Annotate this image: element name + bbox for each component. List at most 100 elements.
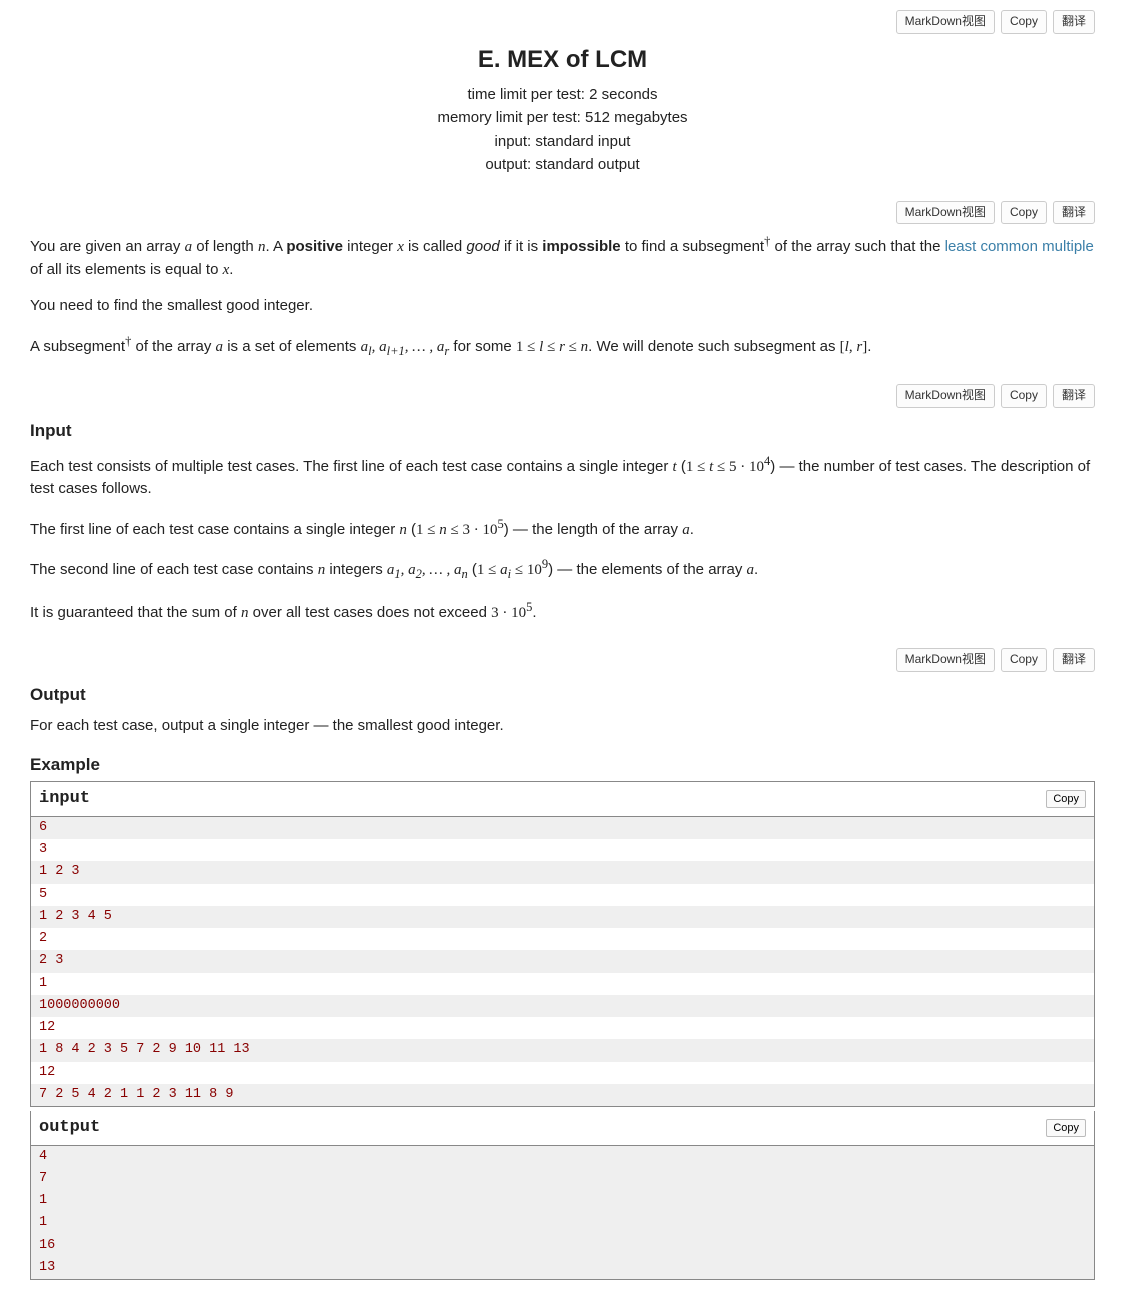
markdown-view-button[interactable]: MarkDown视图 xyxy=(896,10,995,34)
text: . xyxy=(229,261,233,278)
example-output-label: output xyxy=(39,1115,100,1141)
text: It is guaranteed that the sum of xyxy=(30,604,241,621)
example-input-lines: 631 2 351 2 3 4 522 311000000000121 8 4 … xyxy=(31,817,1094,1106)
example-input-line: 2 3 xyxy=(31,950,1094,972)
problem-meta: time limit per test: 2 seconds memory li… xyxy=(30,84,1095,177)
example-input-line: 7 2 5 4 2 1 1 2 3 11 8 9 xyxy=(31,1084,1094,1106)
markdown-view-button[interactable]: MarkDown视图 xyxy=(896,201,995,225)
translate-button[interactable]: 翻译 xyxy=(1053,648,1095,672)
text: . A xyxy=(265,238,286,255)
text: The first line of each test case contain… xyxy=(30,521,399,538)
lcm-link[interactable]: least common multiple xyxy=(945,238,1094,255)
example-input-header: input Copy xyxy=(31,782,1094,817)
text: for some xyxy=(449,338,516,355)
text: . We will denote such subsegment as xyxy=(588,338,840,355)
text: ) — the length of the array xyxy=(504,521,682,538)
example-output-line: 16 xyxy=(31,1235,1094,1257)
math-a: a xyxy=(747,562,755,578)
example-output-box: output Copy 47111613 xyxy=(30,1111,1095,1280)
text: integers xyxy=(325,561,387,578)
text: . xyxy=(754,561,758,578)
example-input-line: 1000000000 xyxy=(31,995,1094,1017)
math-x: x xyxy=(397,239,404,255)
text: ( xyxy=(677,458,686,475)
output-paragraph-1: For each test case, output a single inte… xyxy=(30,715,1095,738)
text: of all its elements is equal to xyxy=(30,261,223,278)
example-input-box: input Copy 631 2 351 2 3 4 522 311000000… xyxy=(30,781,1095,1107)
text: You are given an array xyxy=(30,238,185,255)
text: ) — the elements of the array xyxy=(548,561,746,578)
toolbar-output: MarkDown视图 Copy 翻译 xyxy=(30,648,1095,672)
translate-button[interactable]: 翻译 xyxy=(1053,201,1095,225)
math-seq: al, al+1, … , ar xyxy=(361,339,450,355)
example-output-line: 1 xyxy=(31,1190,1094,1212)
text: Each test consists of multiple test case… xyxy=(30,458,673,475)
text: is called xyxy=(404,238,467,255)
bold-positive: positive xyxy=(286,238,343,255)
translate-button[interactable]: 翻译 xyxy=(1053,10,1095,34)
text: integer xyxy=(343,238,397,255)
math-a: a xyxy=(216,339,224,355)
example-input-line: 1 2 3 4 5 xyxy=(31,906,1094,928)
math-seq: a1, a2, … , an xyxy=(387,562,468,578)
example-input-label: input xyxy=(39,786,90,812)
example-output-line: 7 xyxy=(31,1168,1094,1190)
text: The second line of each test case contai… xyxy=(30,561,318,578)
example-output-header: output Copy xyxy=(31,1111,1094,1146)
toolbar-statement: MarkDown视图 Copy 翻译 xyxy=(30,201,1095,225)
example-input-copy-button[interactable]: Copy xyxy=(1046,790,1086,808)
text: is a set of elements xyxy=(223,338,361,355)
italic-good: good xyxy=(466,238,499,255)
copy-button[interactable]: Copy xyxy=(1001,201,1047,225)
copy-button[interactable]: Copy xyxy=(1001,648,1047,672)
example-input-line: 3 xyxy=(31,839,1094,861)
example-output-line: 1 xyxy=(31,1212,1094,1234)
toolbar-top: MarkDown视图 Copy 翻译 xyxy=(30,10,1095,34)
math-cond: 1 ≤ n ≤ 3 · 105 xyxy=(416,522,504,538)
time-limit: time limit per test: 2 seconds xyxy=(30,84,1095,107)
example-output-line: 13 xyxy=(31,1257,1094,1279)
toolbar-input: MarkDown视图 Copy 翻译 xyxy=(30,384,1095,408)
input-paragraph-2: The first line of each test case contain… xyxy=(30,515,1095,542)
statement-paragraph-3: A subsegment† of the array a is a set of… xyxy=(30,332,1095,361)
text: ( xyxy=(407,521,416,538)
text: ( xyxy=(468,561,477,578)
math-cond: 1 ≤ ai ≤ 109 xyxy=(477,562,548,578)
markdown-view-button[interactable]: MarkDown视图 xyxy=(896,384,995,408)
math-a: a xyxy=(682,522,690,538)
example-heading: Example xyxy=(30,752,1095,778)
output-spec: output: standard output xyxy=(30,154,1095,177)
input-paragraph-4: It is guaranteed that the sum of n over … xyxy=(30,598,1095,625)
example-input-line: 6 xyxy=(31,817,1094,839)
example-output-copy-button[interactable]: Copy xyxy=(1046,1119,1086,1137)
text: of the array such that the xyxy=(770,238,944,255)
input-heading: Input xyxy=(30,418,1095,444)
copy-button[interactable]: Copy xyxy=(1001,10,1047,34)
example-input-line: 1 xyxy=(31,973,1094,995)
output-heading: Output xyxy=(30,682,1095,708)
text: if it is xyxy=(500,238,543,255)
input-paragraph-1: Each test consists of multiple test case… xyxy=(30,452,1095,501)
example-input-line: 1 2 3 xyxy=(31,861,1094,883)
input-paragraph-3: The second line of each test case contai… xyxy=(30,555,1095,584)
statement-paragraph-2: You need to find the smallest good integ… xyxy=(30,295,1095,318)
markdown-view-button[interactable]: MarkDown视图 xyxy=(896,648,995,672)
text: of length xyxy=(192,238,258,255)
example-input-line: 12 xyxy=(31,1017,1094,1039)
example-input-line: 2 xyxy=(31,928,1094,950)
math-lr: [l, r] xyxy=(840,339,868,355)
copy-button[interactable]: Copy xyxy=(1001,384,1047,408)
memory-limit: memory limit per test: 512 megabytes xyxy=(30,107,1095,130)
example-output-line: 4 xyxy=(31,1146,1094,1168)
text: . xyxy=(867,338,871,355)
example-output-lines: 47111613 xyxy=(31,1146,1094,1280)
math-val: 3 · 105 xyxy=(491,605,532,621)
example-input-line: 1 8 4 2 3 5 7 2 9 10 11 13 xyxy=(31,1039,1094,1061)
example-input-line: 12 xyxy=(31,1062,1094,1084)
problem-title: E. MEX of LCM xyxy=(30,42,1095,78)
input-spec: input: standard input xyxy=(30,131,1095,154)
math-a: a xyxy=(185,239,193,255)
math-cond: 1 ≤ t ≤ 5 · 104 xyxy=(686,459,770,475)
math-n: n xyxy=(399,522,407,538)
translate-button[interactable]: 翻译 xyxy=(1053,384,1095,408)
